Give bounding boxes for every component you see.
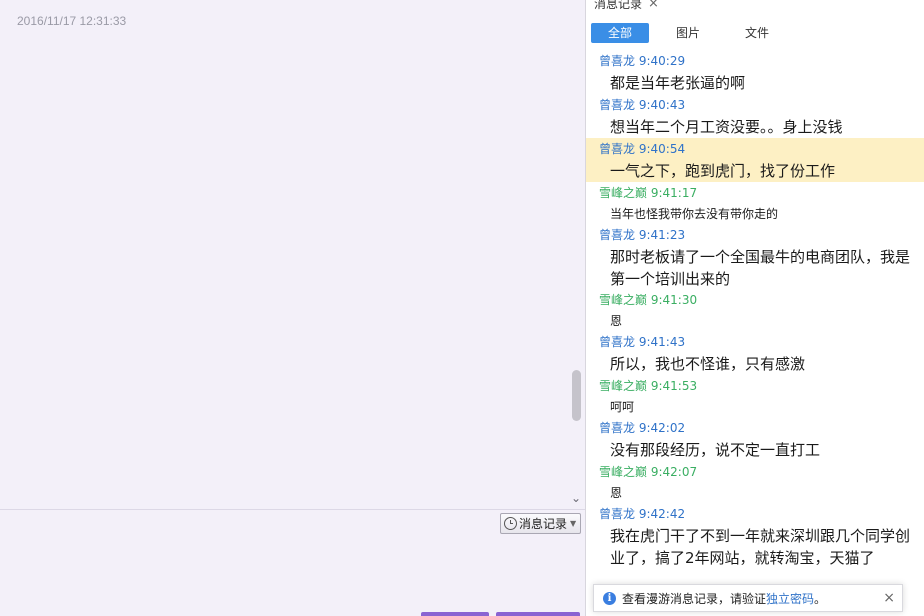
list-item: 雪峰之巅 9:42:07 恩 (586, 461, 924, 503)
filter-images[interactable]: 图片 (664, 23, 712, 43)
chat-message-area[interactable]: 2016/11/17 12:31:33 (0, 0, 585, 509)
message-text: 呵呵 (610, 400, 635, 414)
message-text: 都是当年老张逼的啊 (610, 74, 746, 92)
message-text: 恩 (610, 486, 623, 500)
close-icon[interactable]: × (648, 0, 659, 11)
message-input-area[interactable] (0, 510, 585, 616)
message-sender: 曾喜龙 9:41:23 (599, 228, 686, 242)
clock-icon (504, 517, 517, 530)
chat-scrollbar[interactable] (568, 0, 584, 509)
message-sender: 曾喜龙 9:42:02 (599, 421, 686, 435)
list-item: 曾喜龙 9:40:43 想当年二个月工资没要。。身上没钱 (586, 94, 924, 138)
list-item-highlighted: 曾喜龙 9:40:54 一气之下，跑到虎门，找了份工作 (586, 138, 924, 182)
list-item: 雪峰之巅 9:41:53 呵呵 (586, 375, 924, 417)
chat-timestamp: 2016/11/17 12:31:33 (17, 14, 127, 28)
message-history-button[interactable]: 消息记录 ▼ (500, 513, 581, 534)
tab-message-history-label: 消息记录 (594, 0, 643, 11)
message-sender: 雪峰之巅 9:41:30 (599, 293, 698, 307)
message-sender: 曾喜龙 9:42:42 (599, 507, 686, 521)
message-text: 恩 (610, 314, 623, 328)
list-item: 雪峰之巅 9:41:17 当年也怪我带你去没有带你走的 (586, 182, 924, 224)
chat-pane: 2016/11/17 12:31:33 ⌄ 消息记录 ▼ (0, 0, 585, 616)
filter-files[interactable]: 文件 (733, 23, 781, 43)
list-item: 曾喜龙 9:41:43 所以，我也不怪谁，只有感激 (586, 331, 924, 375)
message-text: 想当年二个月工资没要。。身上没钱 (610, 118, 843, 136)
message-text: 所以，我也不怪谁，只有感激 (610, 355, 806, 373)
send-button-edge[interactable] (496, 612, 580, 616)
message-text: 当年也怪我带你去没有带你走的 (610, 207, 779, 221)
notice-text-end: 。 (814, 591, 827, 606)
dropdown-caret-icon: ▼ (570, 519, 577, 528)
list-item: 曾喜龙 9:40:29 都是当年老张逼的啊 (586, 50, 924, 94)
message-history-label: 消息记录 (519, 517, 568, 531)
history-panel: 消息记录 × 全部 图片 文件 曾喜龙 9:40:29 都是当年老张逼的啊 曾喜… (585, 0, 924, 616)
message-text: 没有那段经历，说不定一直打工 (610, 441, 821, 459)
close-button-edge[interactable] (421, 612, 489, 616)
message-sender: 雪峰之巅 9:41:53 (599, 379, 698, 393)
message-text: 一气之下，跑到虎门，找了份工作 (610, 162, 836, 180)
close-icon[interactable]: × (883, 590, 895, 606)
chevron-down-icon[interactable]: ⌄ (569, 491, 583, 505)
message-sender: 曾喜龙 9:40:54 (599, 142, 686, 156)
message-sender: 雪峰之巅 9:41:17 (599, 186, 698, 200)
message-sender: 曾喜龙 9:40:43 (599, 98, 686, 112)
verify-password-notice: i 查看漫游消息记录，请验证 独立密码。 × (593, 584, 903, 612)
list-item: 雪峰之巅 9:41:30 恩 (586, 289, 924, 331)
list-item: 曾喜龙 9:41:23 那时老板请了一个全国最牛的电商团队，我是第一个培训出来的 (586, 224, 924, 289)
list-item: 曾喜龙 9:42:42 我在虎门干了不到一年就来深圳跟几个同学创业了，搞了2年网… (586, 503, 924, 589)
info-icon: i (603, 591, 616, 605)
notice-text: 查看漫游消息记录，请验证 (622, 591, 767, 606)
list-item: 曾喜龙 9:42:02 没有那段经历，说不定一直打工 (586, 417, 924, 461)
tab-message-history[interactable]: 消息记录 × (594, 0, 659, 12)
message-sender: 曾喜龙 9:40:29 (599, 54, 686, 68)
independent-password-link[interactable]: 独立密码 (766, 590, 814, 607)
filter-all[interactable]: 全部 (591, 23, 649, 43)
message-sender: 雪峰之巅 9:42:07 (599, 465, 698, 479)
message-text: 那时老板请了一个全国最牛的电商团队，我是第一个培训出来的 (610, 248, 911, 288)
chat-scrollbar-thumb[interactable] (572, 370, 581, 421)
message-sender: 曾喜龙 9:41:43 (599, 335, 686, 349)
message-text: 我在虎门干了不到一年就来深圳跟几个同学创业了，搞了2年网站，就转淘宝，天猫了 (610, 527, 911, 567)
